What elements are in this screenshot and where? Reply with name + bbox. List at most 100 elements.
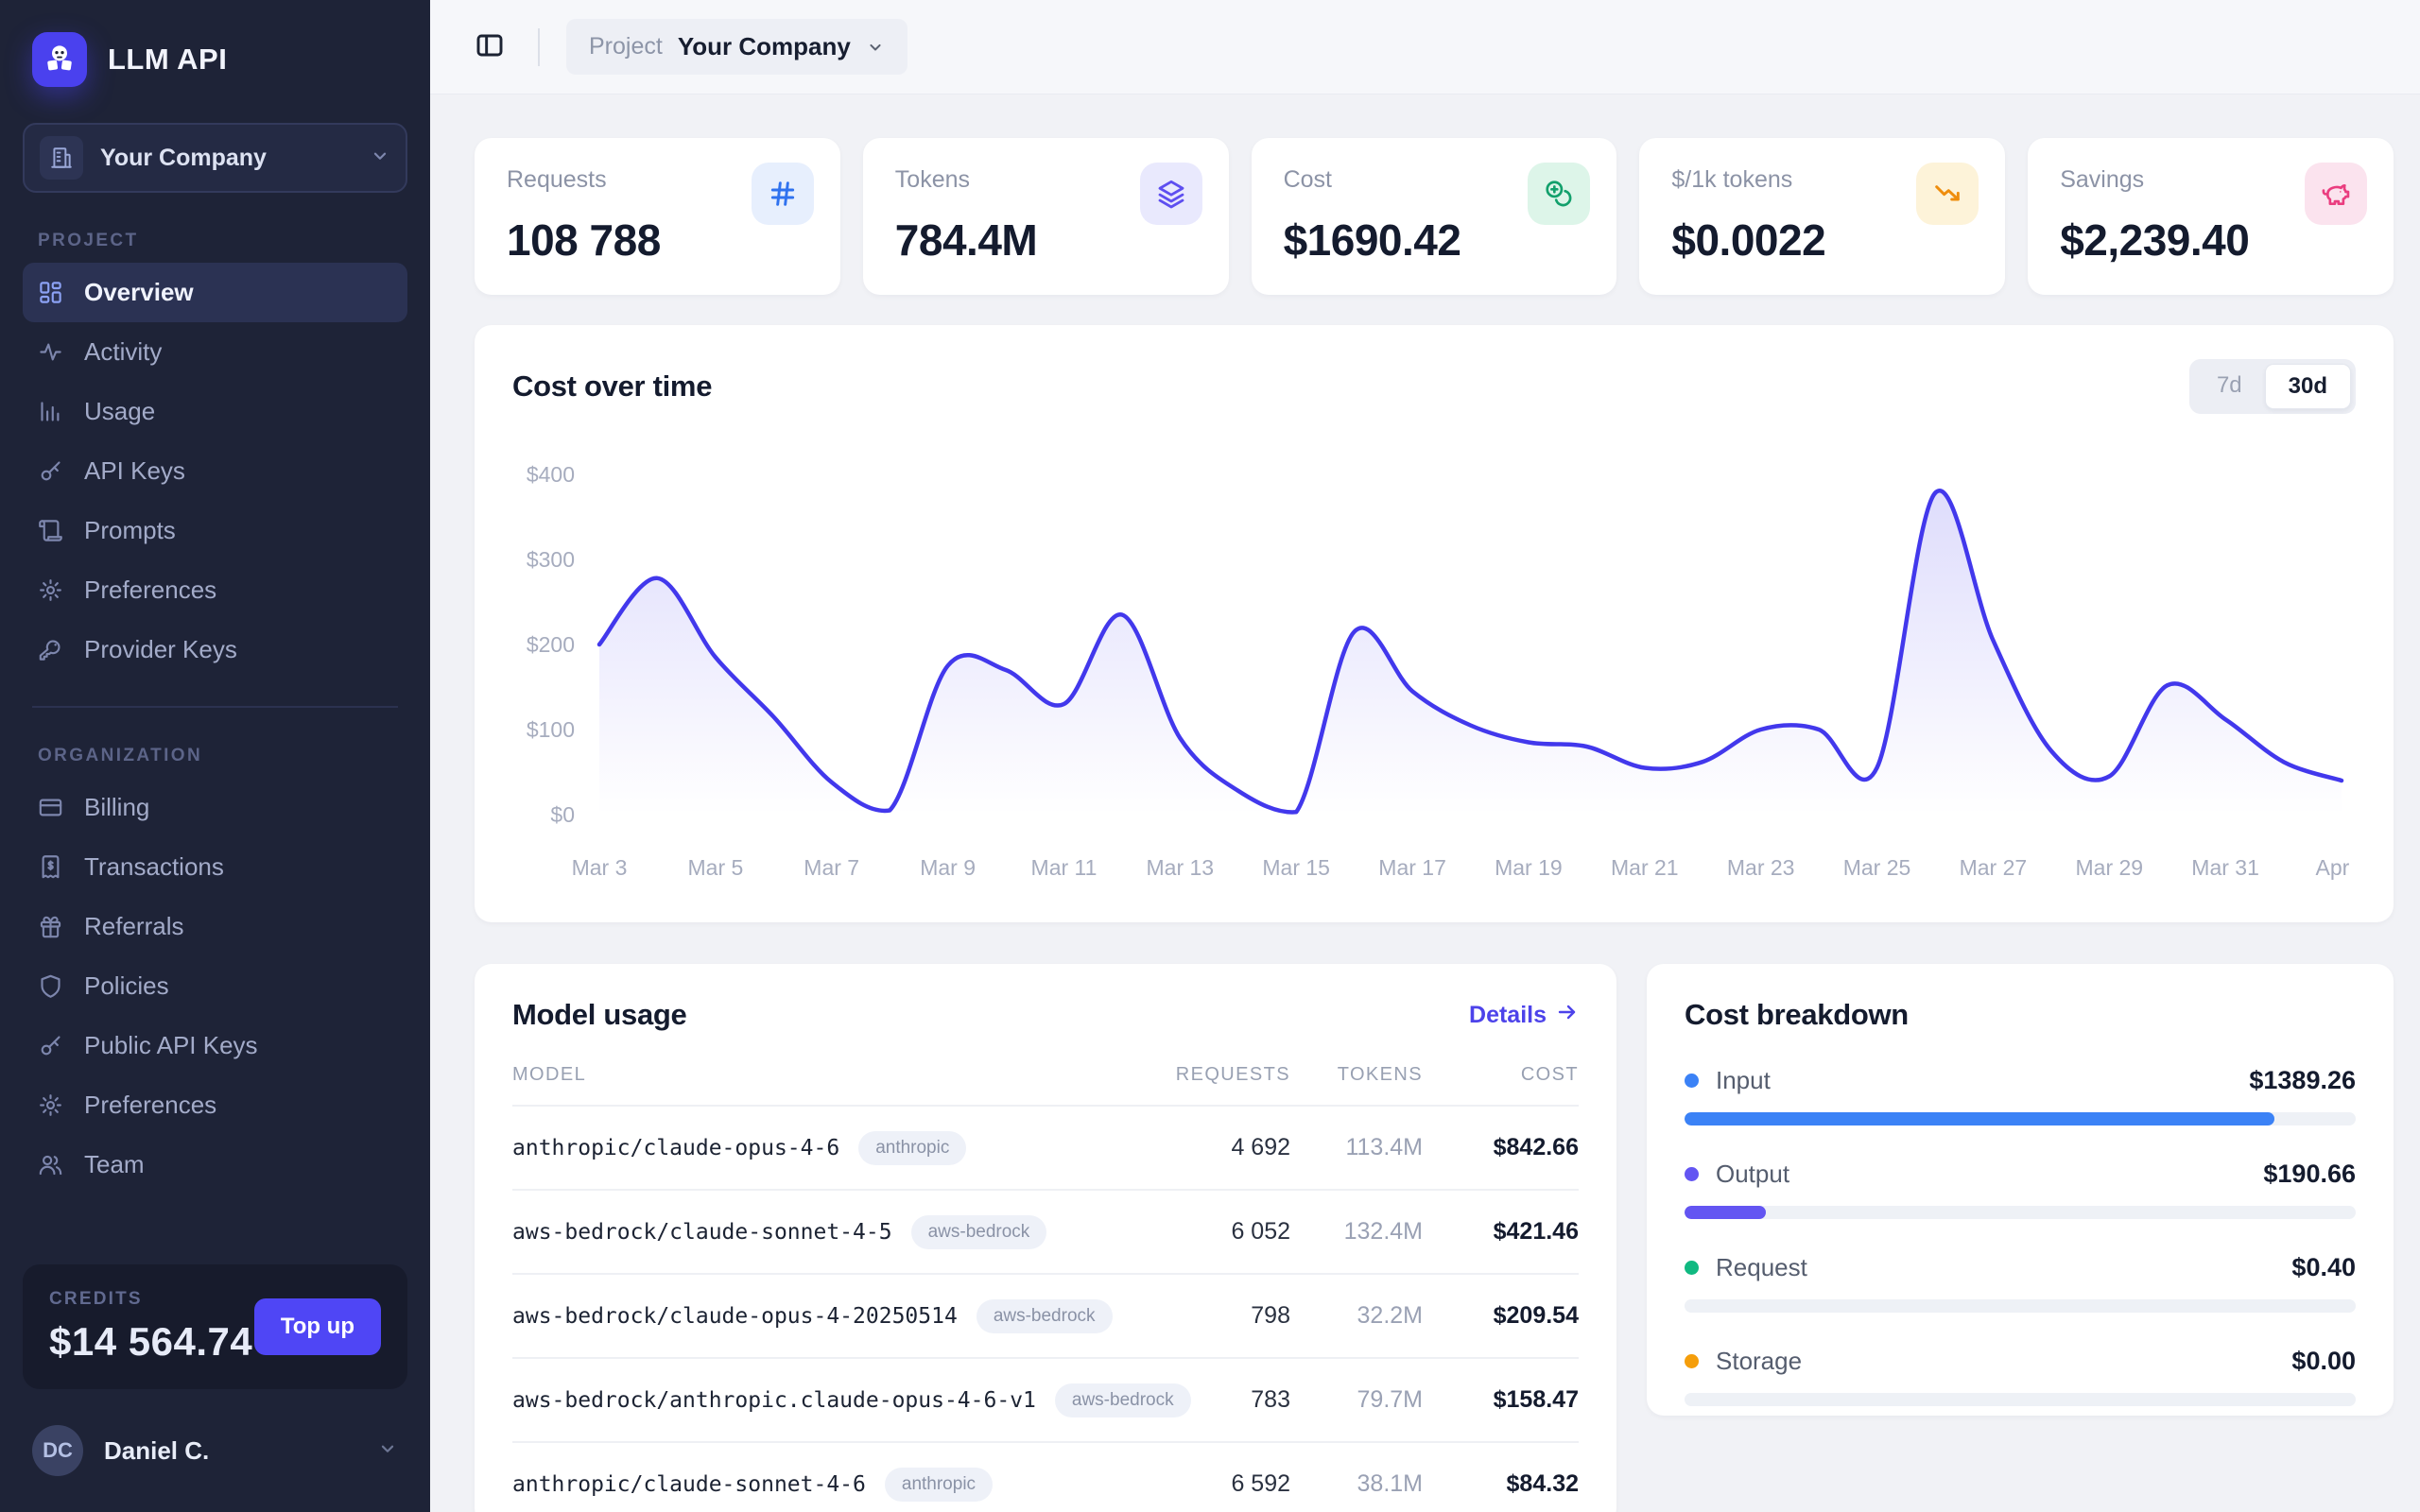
progress-track [1685, 1299, 2356, 1313]
receipt-icon [38, 854, 63, 880]
svg-text:Mar 21: Mar 21 [1611, 855, 1679, 880]
sidebar-divider [32, 706, 398, 708]
cost-chart: $0$100$200$300$400Mar 3Mar 5Mar 7Mar 9Ma… [512, 438, 2356, 902]
scroll-icon [38, 518, 63, 543]
breakdown-value: $190.66 [2263, 1160, 2356, 1189]
breakdown-value: $0.00 [2291, 1347, 2356, 1376]
breakdown-value: $0.40 [2291, 1253, 2356, 1282]
range-option-7d[interactable]: 7d [2194, 364, 2265, 409]
sidebar-item-label: API Keys [84, 456, 185, 486]
sidebar-item-api-keys[interactable]: API Keys [23, 441, 407, 501]
credit-card-icon [38, 795, 63, 820]
cost-value: $209.54 [1423, 1302, 1579, 1330]
page-content: Requests108 788Tokens784.4MCost$1690.42$… [430, 94, 2420, 1512]
model-usage-title: Model usage [512, 998, 686, 1032]
sidebar-item-transactions[interactable]: Transactions [23, 837, 407, 897]
layers-icon [1140, 163, 1202, 225]
users-icon [38, 1152, 63, 1177]
progress-fill [1685, 1206, 1766, 1219]
sidebar-toggle-button[interactable] [468, 26, 511, 69]
table-row[interactable]: anthropic/claude-opus-4-6anthropic4 6921… [512, 1105, 1579, 1189]
table-row[interactable]: anthropic/claude-sonnet-4-6anthropic6 59… [512, 1441, 1579, 1512]
panel-left-icon [475, 30, 505, 63]
workspace-selector[interactable]: Your Company [23, 123, 407, 193]
svg-text:Mar 19: Mar 19 [1495, 855, 1563, 880]
workspace-name: Your Company [100, 145, 353, 172]
credits-label: CREDITS [49, 1289, 252, 1310]
sidebar-item-preferences[interactable]: Preferences [23, 1075, 407, 1135]
sidebar-item-team[interactable]: Team [23, 1135, 407, 1194]
divider [538, 28, 540, 66]
sidebar-item-activity[interactable]: Activity [23, 322, 407, 382]
gear-icon [38, 1092, 63, 1118]
gear-icon [38, 577, 63, 603]
breakdown-label: Input [1716, 1066, 2249, 1095]
sidebar-item-preferences[interactable]: Preferences [23, 560, 407, 620]
building-icon [40, 136, 83, 180]
svg-text:Mar 29: Mar 29 [2076, 855, 2144, 880]
credits-card: CREDITS $14 564.74 Top up [23, 1264, 407, 1389]
tokens-value: 79.7M [1290, 1386, 1423, 1414]
legend-dot [1685, 1261, 1699, 1275]
stats-row: Requests108 788Tokens784.4MCost$1690.42$… [475, 138, 2394, 295]
sidebar-item-label: Overview [84, 278, 194, 307]
sidebar-item-label: Transactions [84, 852, 224, 882]
table-row[interactable]: aws-bedrock/anthropic.claude-opus-4-6-v1… [512, 1357, 1579, 1441]
svg-text:$100: $100 [527, 717, 575, 742]
model-cell: anthropic/claude-sonnet-4-6anthropic [512, 1468, 1149, 1502]
sidebar-item-public-api-keys[interactable]: Public API Keys [23, 1016, 407, 1075]
project-value: Your Company [678, 32, 851, 61]
range-option-30d[interactable]: 30d [2265, 364, 2351, 409]
tokens-value: 38.1M [1290, 1470, 1423, 1498]
breakdown-item-request: Request$0.40 [1685, 1253, 2356, 1313]
column-header-tokens: TOKENS [1290, 1064, 1423, 1086]
svg-text:Mar 3: Mar 3 [572, 855, 628, 880]
top-up-button[interactable]: Top up [254, 1298, 381, 1355]
sidebar-item-prompts[interactable]: Prompts [23, 501, 407, 560]
robot-logo-icon [32, 32, 87, 87]
model-cell: anthropic/claude-opus-4-6anthropic [512, 1131, 1149, 1165]
sidebar-item-label: Usage [84, 397, 155, 426]
svg-text:Mar 23: Mar 23 [1727, 855, 1795, 880]
sidebar-nav: PROJECTOverviewActivityUsageAPI KeysProm… [23, 193, 407, 1194]
gift-icon [38, 914, 63, 939]
sidebar-item-policies[interactable]: Policies [23, 956, 407, 1016]
sidebar-item-provider-keys[interactable]: Provider Keys [23, 620, 407, 679]
cost-over-time-chart: $0$100$200$300$400Mar 3Mar 5Mar 7Mar 9Ma… [512, 438, 2356, 898]
requests-value: 6 592 [1149, 1470, 1290, 1498]
app-logo: LLM API [23, 25, 407, 94]
top-bar: Project Your Company [430, 0, 2420, 94]
breakdown-value: $1389.26 [2249, 1066, 2356, 1095]
sidebar-item-billing[interactable]: Billing [23, 778, 407, 837]
model-table-body: anthropic/claude-opus-4-6anthropic4 6921… [512, 1105, 1579, 1512]
user-menu[interactable]: DC Daniel C. [23, 1418, 407, 1484]
svg-text:Mar 15: Mar 15 [1262, 855, 1330, 880]
stat-card-cost: Cost$1690.42 [1252, 138, 1617, 295]
trend-down-icon [1916, 163, 1979, 225]
table-row[interactable]: aws-bedrock/claude-opus-4-20250514 aws-be… [512, 1273, 1579, 1357]
project-selector[interactable]: Project Your Company [566, 19, 908, 75]
key-round-icon [38, 637, 63, 662]
requests-value: 798 [1149, 1302, 1290, 1330]
cost-value: $421.46 [1423, 1218, 1579, 1246]
sidebar-item-overview[interactable]: Overview [23, 263, 407, 322]
model-name: anthropic/claude-opus-4-6 [512, 1136, 839, 1160]
model-cell: aws-bedrock/claude-sonnet-4-5aws-bedrock [512, 1215, 1149, 1249]
bottom-row: Model usage Details MODELREQUESTSTOKENSC… [475, 964, 2394, 1512]
svg-text:$400: $400 [527, 462, 575, 487]
column-header-requests: REQUESTS [1149, 1064, 1290, 1086]
requests-value: 4 692 [1149, 1134, 1290, 1161]
model-cell: aws-bedrock/claude-opus-4-20250514 aws-be… [512, 1299, 1149, 1333]
breakdown-item-storage: Storage$0.00 [1685, 1347, 2356, 1406]
svg-text:$0: $0 [550, 802, 575, 827]
svg-text:Mar 31: Mar 31 [2191, 855, 2259, 880]
provider-badge: aws-bedrock [977, 1299, 1113, 1333]
sidebar-item-usage[interactable]: Usage [23, 382, 407, 441]
table-row[interactable]: aws-bedrock/claude-sonnet-4-5aws-bedrock… [512, 1189, 1579, 1273]
sidebar-item-label: Team [84, 1150, 145, 1179]
details-link[interactable]: Details [1469, 1001, 1579, 1030]
sidebar-item-referrals[interactable]: Referrals [23, 897, 407, 956]
cost-breakdown-card: Cost breakdown Input$1389.26Output$190.6… [1647, 964, 2394, 1416]
model-usage-card: Model usage Details MODELREQUESTSTOKENSC… [475, 964, 1616, 1512]
model-name: aws-bedrock/claude-opus-4-20250514 [512, 1304, 958, 1329]
